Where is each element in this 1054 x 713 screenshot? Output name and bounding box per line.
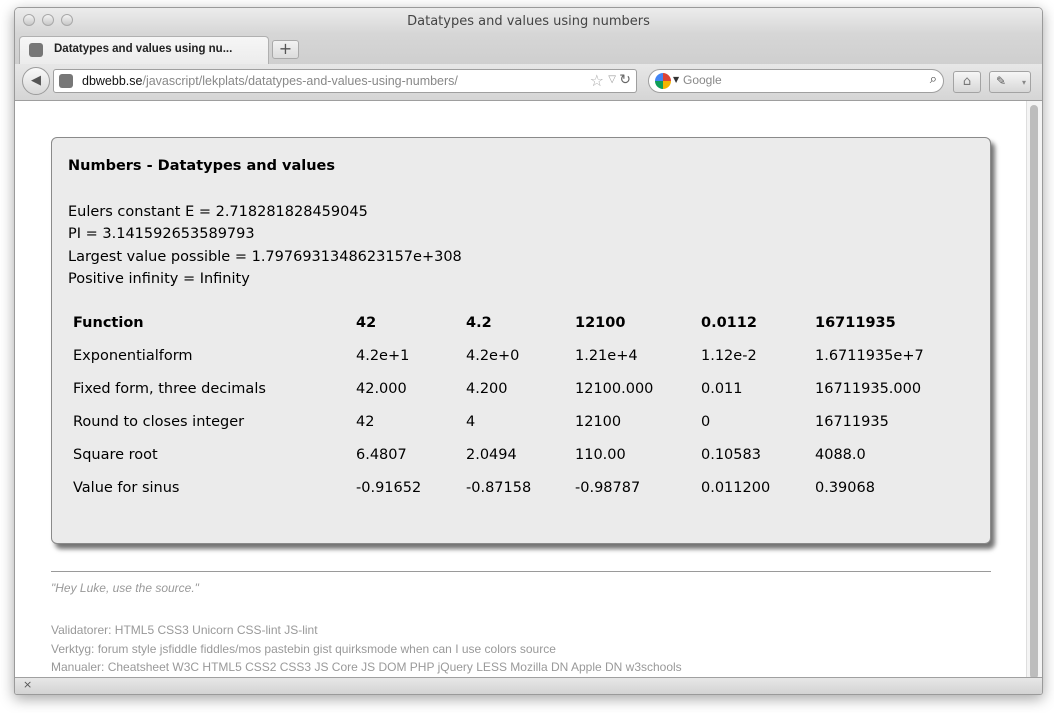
close-addon-bar-icon[interactable]: × [23, 678, 32, 691]
table-cell: 16711935 [815, 413, 889, 430]
table-cell: 0.011 [701, 380, 743, 397]
back-button[interactable]: ◀ [22, 67, 50, 95]
table-cell: Value for sinus [73, 479, 180, 496]
table-cell: Round to closes integer [73, 413, 245, 430]
column-header: 4.2 [466, 314, 492, 331]
scrollbar-thumb[interactable] [1030, 105, 1038, 678]
table-cell: 4.2e+0 [466, 347, 520, 364]
footer-quote: "Hey Luke, use the source." [51, 581, 199, 595]
table-cell: 4.2e+1 [356, 347, 410, 364]
table-cell: -0.98787 [575, 479, 641, 496]
table-row: Value for sinus -0.91652 -0.87158 -0.987… [68, 471, 945, 504]
page-viewport: Numbers - Datatypes and values Eulers co… [15, 101, 1042, 678]
table-cell: 0.10583 [701, 446, 761, 463]
column-header: 16711935 [815, 314, 896, 331]
table-cell: Square root [73, 446, 158, 463]
tools-button[interactable]: ✎ ▾ [989, 71, 1031, 93]
address-bar[interactable]: dbwebb.se/javascript/lekplats/datatypes-… [53, 69, 637, 93]
status-bar: × [15, 677, 1042, 694]
tools-dropdown-icon: ▾ [1021, 78, 1026, 87]
table-cell: 110.00 [575, 446, 626, 463]
navigation-toolbar: ◀ dbwebb.se/javascript/lekplats/datatype… [15, 64, 1042, 101]
tools-icon: ✎ [996, 74, 1007, 88]
url-text[interactable]: dbwebb.se/javascript/lekplats/datatypes-… [82, 74, 458, 88]
footer-tools[interactable]: Verktyg: forum style jsfiddle fiddles/mo… [51, 640, 682, 659]
table-cell: 0.39068 [815, 479, 875, 496]
title-bar: Datatypes and values using numbers [15, 8, 1042, 34]
table-cell: 16711935.000 [815, 380, 922, 397]
table-cell: 2.0494 [466, 446, 517, 463]
footer-validators[interactable]: Validatorer: HTML5 CSS3 Unicorn CSS-lint… [51, 621, 682, 640]
table-row: Exponentialform 4.2e+1 4.2e+0 1.21e+4 1.… [68, 339, 945, 372]
column-header: 42 [356, 314, 377, 331]
table-cell: 1.21e+4 [575, 347, 638, 364]
table-cell: Exponentialform [73, 347, 193, 364]
table-cell: 42 [356, 413, 375, 430]
constants-list: Eulers constant E = 2.718281828459045 PI… [68, 201, 462, 290]
tab-strip: Datatypes and values using nu... + [15, 34, 1042, 65]
tab-active[interactable]: Datatypes and values using nu... [19, 36, 269, 64]
column-header: 0.0112 [701, 314, 757, 331]
url-host: dbwebb.se [82, 74, 143, 88]
table-cell: 0.011200 [701, 479, 771, 496]
reload-icon[interactable]: ↻ [619, 72, 631, 88]
vertical-scrollbar[interactable] [1026, 101, 1042, 678]
url-path: /javascript/lekplats/datatypes-and-value… [142, 74, 458, 88]
table-cell: 12100.000 [575, 380, 654, 397]
number-functions-table: Function 42 4.2 12100 0.0112 16711935 Ex… [68, 306, 945, 504]
table-header-row: Function 42 4.2 12100 0.0112 16711935 [68, 306, 945, 339]
fact-max-value: Largest value possible = 1.7976931348623… [68, 248, 462, 265]
tab-label: Datatypes and values using nu... [54, 43, 233, 55]
table-cell: 4088.0 [815, 446, 866, 463]
table-cell: 12100 [575, 413, 622, 430]
footer-divider [51, 571, 991, 572]
column-header: 12100 [575, 314, 626, 331]
table-cell: 1.12e-2 [701, 347, 757, 364]
table-cell: 42.000 [356, 380, 407, 397]
table-cell: 0 [701, 413, 711, 430]
table-cell: -0.91652 [356, 479, 422, 496]
table-cell: -0.87158 [466, 479, 532, 496]
table-cell: 1.6711935e+7 [815, 347, 924, 364]
table-row: Square root 6.4807 2.0494 110.00 0.10583… [68, 438, 945, 471]
fact-pi: PI = 3.141592653589793 [68, 226, 255, 243]
history-dropdown-icon[interactable]: ▽ [608, 74, 616, 85]
engine-dropdown-icon[interactable]: ▼ [673, 75, 679, 84]
page-favicon-icon [29, 43, 43, 57]
page-footer: "Hey Luke, use the source." Validatorer:… [51, 571, 991, 674]
search-bar[interactable]: ▼ ⌕ [648, 69, 944, 93]
search-icon[interactable]: ⌕ [930, 72, 937, 87]
search-input[interactable] [683, 73, 913, 87]
browser-window: Datatypes and values using numbers Datat… [14, 7, 1043, 695]
bookmark-star-icon[interactable]: ☆ [590, 71, 604, 90]
window-title: Datatypes and values using numbers [407, 14, 650, 29]
google-engine-icon[interactable] [655, 73, 671, 89]
footer-manuals[interactable]: Manualer: Cheatsheet W3C HTML5 CSS2 CSS3… [51, 658, 682, 677]
page-heading: Numbers - Datatypes and values [68, 158, 336, 174]
new-tab-button[interactable]: + [272, 40, 299, 59]
table-cell: 4.200 [466, 380, 508, 397]
table-cell: 4 [466, 413, 476, 430]
home-button[interactable]: ⌂ [953, 71, 981, 93]
site-identity-icon[interactable] [59, 74, 73, 88]
fact-infinity: Positive infinity = Infinity [68, 270, 250, 287]
content-panel: Numbers - Datatypes and values Eulers co… [51, 137, 991, 544]
column-header: Function [73, 314, 144, 331]
table-cell: 6.4807 [356, 446, 407, 463]
table-row: Round to closes integer 42 4 12100 0 167… [68, 405, 945, 438]
table-row: Fixed form, three decimals 42.000 4.200 … [68, 372, 945, 405]
table-cell: Fixed form, three decimals [73, 380, 266, 397]
fact-euler: Eulers constant E = 2.718281828459045 [68, 204, 368, 220]
footer-links: Validatorer: HTML5 CSS3 Unicorn CSS-lint… [51, 621, 682, 677]
